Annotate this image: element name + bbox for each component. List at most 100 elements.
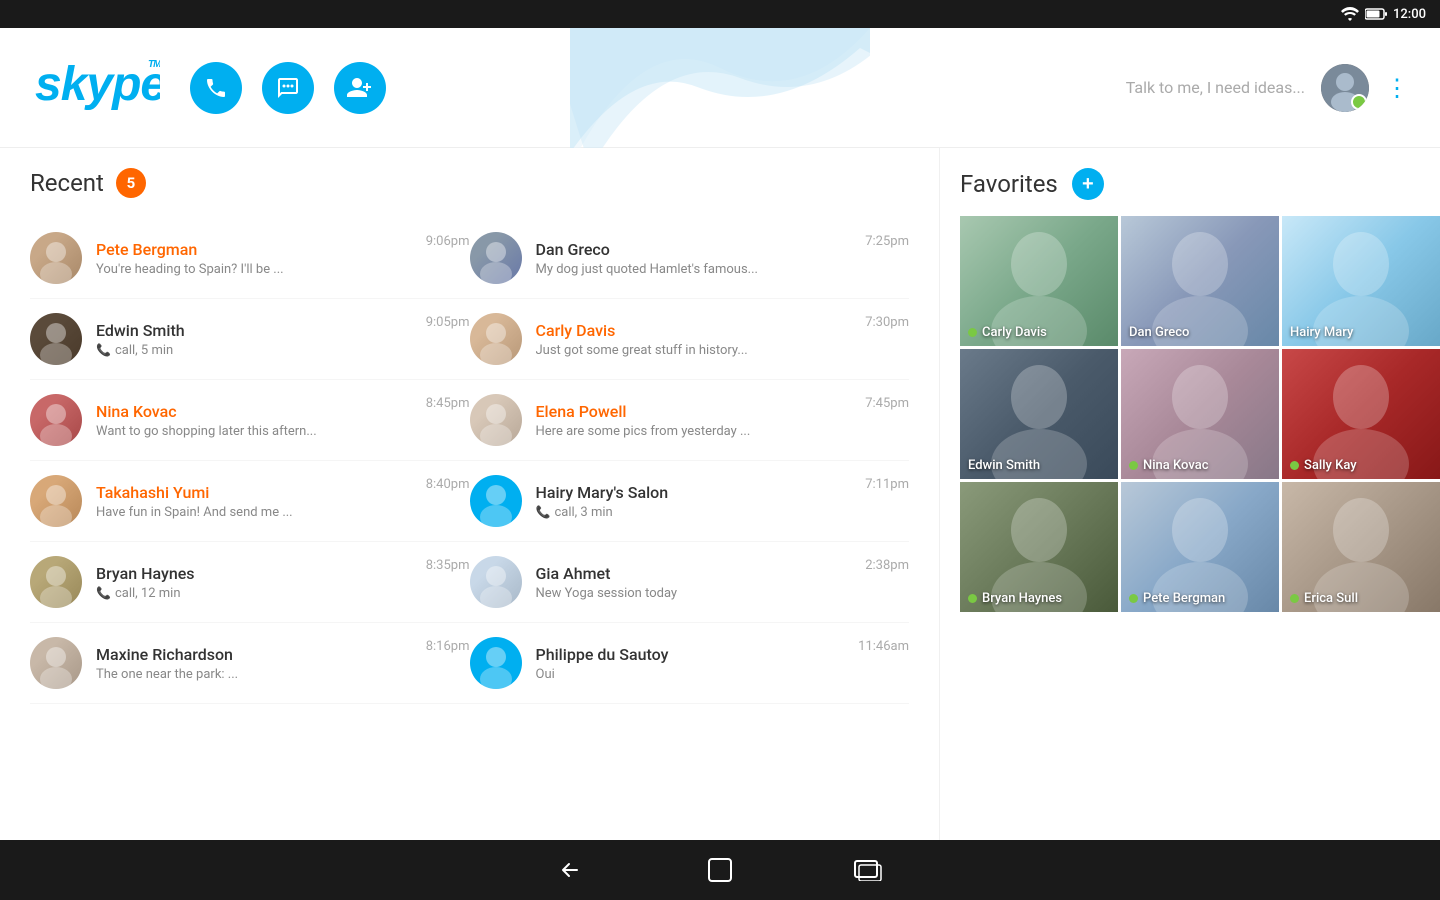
favorite-label: Dan Greco (1129, 325, 1189, 340)
avatar-face (470, 475, 522, 527)
contact-time: 9:05pm (426, 315, 470, 330)
contact-avatar (470, 556, 522, 608)
contact-name: Bryan Haynes (96, 564, 412, 583)
contact-preview: New Yoga session today (536, 586, 852, 601)
contact-preview: 📞call, 12 min (96, 586, 412, 601)
contact-name: Takahashi Yumi (96, 483, 412, 502)
contact-name: Maxine Richardson (96, 645, 412, 664)
avatar-face (30, 232, 82, 284)
contact-item[interactable]: Edwin Smith 📞call, 5 min 9:05pm (30, 299, 470, 380)
online-indicator (1290, 594, 1299, 603)
home-button[interactable] (707, 857, 733, 883)
favorite-item[interactable]: Carly Davis (960, 216, 1118, 346)
contact-preview: Oui (536, 667, 845, 682)
back-icon (557, 858, 587, 882)
favorites-grid: Carly Davis Dan Greco Hairy Mary (960, 216, 1440, 612)
header-left: skype TM (30, 55, 386, 121)
favorite-item[interactable]: Hairy Mary (1282, 216, 1440, 346)
add-contact-button[interactable] (334, 62, 386, 114)
contact-item[interactable]: Nina Kovac Want to go shopping later thi… (30, 380, 470, 461)
contact-name: Hairy Mary's Salon (536, 483, 852, 502)
contact-name: Carly Davis (536, 321, 852, 340)
contact-preview: 📞call, 5 min (96, 343, 412, 358)
add-person-icon (347, 77, 373, 99)
contact-time: 8:16pm (426, 639, 470, 654)
contact-name: Nina Kovac (96, 402, 412, 421)
user-avatar[interactable] (1321, 64, 1369, 112)
status-time: 12:00 (1393, 7, 1426, 22)
bottom-navigation (0, 840, 1440, 900)
contact-time: 7:45pm (865, 396, 909, 411)
recents-button[interactable] (853, 859, 883, 881)
contact-item[interactable]: Gia Ahmet New Yoga session today 2:38pm (470, 542, 910, 623)
contact-avatar (30, 394, 82, 446)
more-options-button[interactable]: ⋮ (1385, 74, 1410, 102)
contact-preview: 📞call, 3 min (536, 505, 852, 520)
add-favorite-button[interactable]: + (1072, 168, 1104, 200)
contact-info: Pete Bergman You're heading to Spain? I'… (96, 240, 412, 277)
favorite-label: Bryan Haynes (968, 591, 1062, 606)
contact-preview: My dog just quoted Hamlet's famous... (536, 262, 852, 277)
header-right: Talk to me, I need ideas... ⋮ (1126, 64, 1410, 112)
contact-info: Takahashi Yumi Have fun in Spain! And se… (96, 483, 412, 520)
contact-item[interactable]: Pete Bergman You're heading to Spain? I'… (30, 218, 470, 299)
contact-info: Bryan Haynes 📞call, 12 min (96, 564, 412, 601)
favorite-item[interactable]: Edwin Smith (960, 349, 1118, 479)
contact-avatar (470, 232, 522, 284)
contact-time: 7:11pm (865, 477, 909, 492)
call-indicator-icon: 📞 (96, 586, 111, 600)
call-button[interactable] (190, 62, 242, 114)
recent-title: Recent (30, 169, 104, 197)
message-button[interactable] (262, 62, 314, 114)
favorite-item[interactable]: Dan Greco (1121, 216, 1279, 346)
contact-name: Pete Bergman (96, 240, 412, 259)
contact-preview: Here are some pics from yesterday ... (536, 424, 852, 439)
contact-item[interactable]: Carly Davis Just got some great stuff in… (470, 299, 910, 380)
contact-preview: Have fun in Spain! And send me ... (96, 505, 412, 520)
call-indicator-icon: 📞 (536, 505, 551, 519)
favorite-label: Pete Bergman (1129, 591, 1225, 606)
avatar-face (30, 475, 82, 527)
favorite-item[interactable]: Erica Sull (1282, 482, 1440, 612)
contact-time: 11:46am (858, 639, 909, 654)
favorite-label: Nina Kovac (1129, 458, 1208, 473)
favorite-item[interactable]: Bryan Haynes (960, 482, 1118, 612)
header-decoration (570, 28, 870, 148)
contact-item[interactable]: Elena Powell Here are some pics from yes… (470, 380, 910, 461)
favorite-item[interactable]: Nina Kovac (1121, 349, 1279, 479)
recent-panel: Recent 5 Pete Bergman You're heading to … (0, 148, 940, 840)
online-indicator (1129, 594, 1138, 603)
contact-preview: The one near the park: ... (96, 667, 412, 682)
contact-item[interactable]: Maxine Richardson The one near the park:… (30, 623, 470, 704)
back-button[interactable] (557, 858, 587, 882)
contact-avatar (470, 637, 522, 689)
favorites-panel: Favorites + Carly Davis Dan Greco (940, 148, 1440, 840)
contact-item[interactable]: Hairy Mary's Salon 📞call, 3 min 7:11pm (470, 461, 910, 542)
contact-time: 8:35pm (426, 558, 470, 573)
contact-time: 7:30pm (865, 315, 909, 330)
avatar-face (470, 313, 522, 365)
contact-name: Edwin Smith (96, 321, 412, 340)
avatar-face (470, 637, 522, 689)
contact-info: Nina Kovac Want to go shopping later thi… (96, 402, 412, 439)
contact-avatar (30, 232, 82, 284)
search-placeholder[interactable]: Talk to me, I need ideas... (1126, 78, 1305, 97)
favorite-name: Carly Davis (982, 325, 1047, 340)
favorite-item[interactable]: Sally Kay (1282, 349, 1440, 479)
contact-name: Philippe du Sautoy (536, 645, 845, 664)
main-content: Recent 5 Pete Bergman You're heading to … (0, 148, 1440, 840)
contact-time: 2:38pm (865, 558, 909, 573)
contact-item[interactable]: Takahashi Yumi Have fun in Spain! And se… (30, 461, 470, 542)
favorite-name: Bryan Haynes (982, 591, 1062, 606)
favorites-header: Favorites + (960, 168, 1440, 200)
recent-grid: Pete Bergman You're heading to Spain? I'… (30, 218, 909, 704)
contact-item[interactable]: Bryan Haynes 📞call, 12 min 8:35pm (30, 542, 470, 623)
contact-info: Maxine Richardson The one near the park:… (96, 645, 412, 682)
contact-info: Elena Powell Here are some pics from yes… (536, 402, 852, 439)
contact-item[interactable]: Philippe du Sautoy Oui 11:46am (470, 623, 910, 704)
svg-text:skype: skype (35, 58, 160, 110)
favorite-name: Pete Bergman (1143, 591, 1225, 606)
skype-logo-svg: skype TM (30, 55, 160, 110)
contact-item[interactable]: Dan Greco My dog just quoted Hamlet's fa… (470, 218, 910, 299)
favorite-item[interactable]: Pete Bergman (1121, 482, 1279, 612)
